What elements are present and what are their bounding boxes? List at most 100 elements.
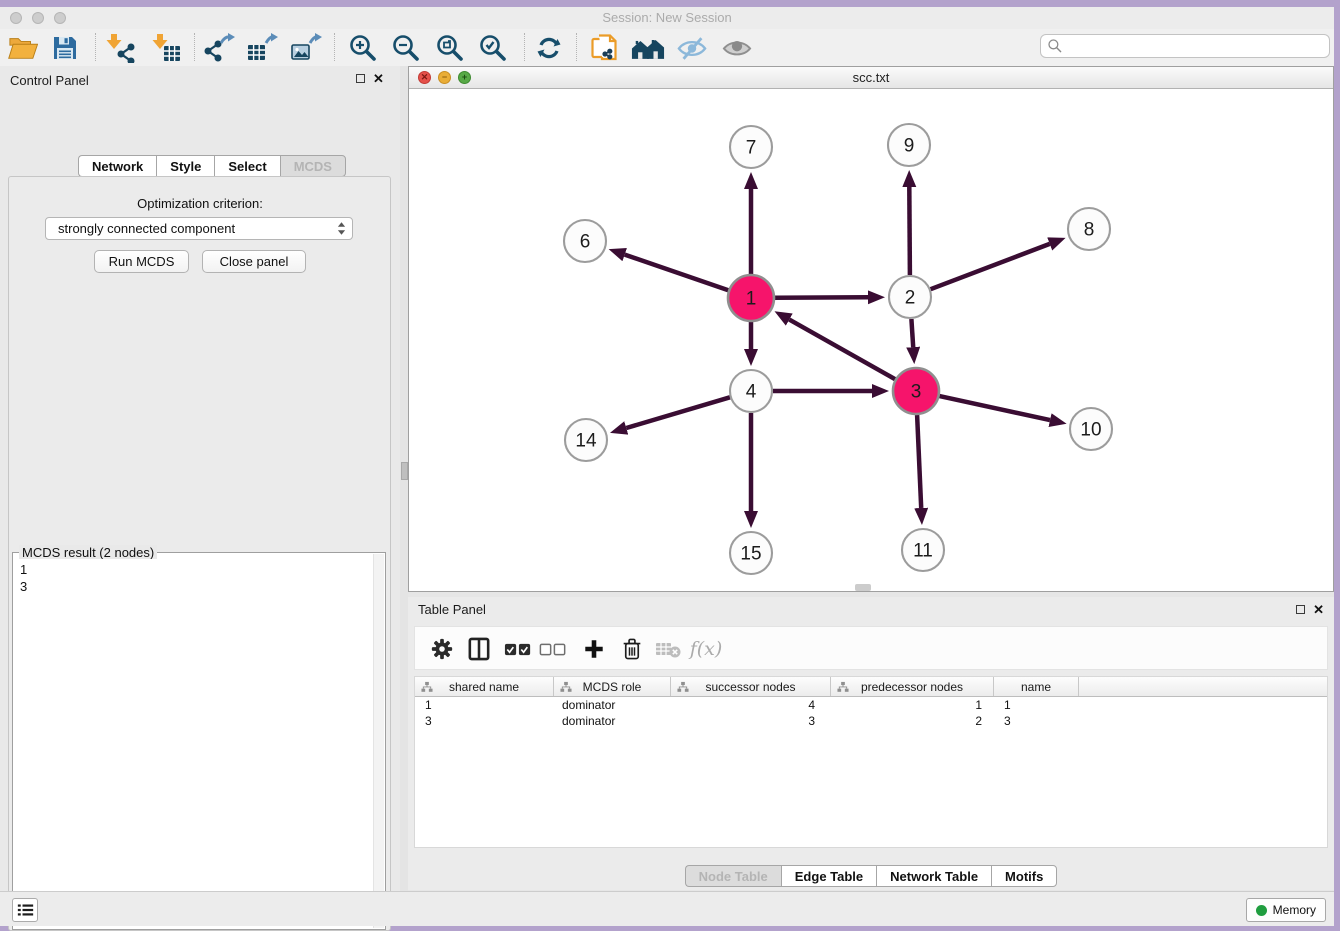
horizontal-splitter-grip[interactable] xyxy=(855,584,871,591)
column-label: name xyxy=(1021,680,1051,694)
float-table-panel-icon[interactable] xyxy=(1296,605,1305,614)
tab-network[interactable]: Network xyxy=(78,155,156,177)
import-network-button[interactable] xyxy=(103,32,137,64)
search-input[interactable] xyxy=(1067,38,1329,55)
zoom-out-button[interactable] xyxy=(389,32,423,64)
zoom-out-icon xyxy=(391,33,421,63)
tab-style[interactable]: Style xyxy=(156,155,214,177)
import-network-icon xyxy=(105,33,135,63)
table-cell[interactable]: 2 xyxy=(831,714,994,728)
mcds-result-group: MCDS result (2 nodes) 1 3 xyxy=(12,552,386,930)
table-row[interactable]: 3dominator323 xyxy=(415,713,1327,729)
table-cell[interactable]: 1 xyxy=(994,698,1079,712)
graph-edge-1-2[interactable] xyxy=(775,297,868,298)
table-panel-title: Table Panel xyxy=(418,602,486,617)
export-network-button[interactable] xyxy=(202,32,236,64)
new-network-from-selection-button[interactable] xyxy=(587,32,621,64)
table-cell[interactable]: 3 xyxy=(415,714,554,728)
table-panel-buttons: ✕ xyxy=(1296,604,1324,615)
delete-row-button[interactable] xyxy=(617,635,647,663)
save-session-button[interactable] xyxy=(48,32,82,64)
control-panel-buttons: ✕ xyxy=(356,73,384,84)
divider-grip[interactable] xyxy=(401,462,408,480)
run-mcds-button[interactable]: Run MCDS xyxy=(94,250,189,273)
delete-table-button[interactable] xyxy=(653,635,683,663)
refresh-icon xyxy=(534,33,564,63)
panel-divider[interactable] xyxy=(400,66,408,891)
network-titlebar[interactable]: ✕ − + scc.txt xyxy=(409,67,1333,89)
hide-selected-button[interactable] xyxy=(675,32,709,64)
select-stepper-icon xyxy=(337,221,346,236)
table-row[interactable]: 1dominator411 xyxy=(415,697,1327,713)
zoom-selected-button[interactable] xyxy=(476,32,510,64)
trash-icon xyxy=(622,637,642,661)
task-history-button[interactable] xyxy=(12,898,38,922)
select-all-columns-button[interactable] xyxy=(503,635,533,663)
column-header-shared-name[interactable]: shared name xyxy=(415,677,554,696)
memory-button[interactable]: Memory xyxy=(1246,898,1326,922)
graph-edge-3-1[interactable] xyxy=(789,320,895,380)
export-image-icon xyxy=(290,33,322,63)
graph-edge-2-8[interactable] xyxy=(931,244,1050,289)
export-table-button[interactable] xyxy=(245,32,279,64)
graph-node-label-8: 8 xyxy=(1084,220,1095,241)
close-panel-icon[interactable]: ✕ xyxy=(373,73,384,84)
table-cell[interactable]: 3 xyxy=(671,714,831,728)
graph-edge-4-14[interactable] xyxy=(626,397,730,428)
search-box[interactable] xyxy=(1040,34,1330,58)
column-header-mcds-role[interactable]: MCDS role xyxy=(554,677,671,696)
show-all-button[interactable] xyxy=(720,32,754,64)
network-canvas[interactable]: 7968124314101511 xyxy=(409,89,1333,591)
close-panel-button[interactable]: Close panel xyxy=(202,250,306,273)
table-cell[interactable]: dominator xyxy=(554,714,671,728)
zoom-fit-button[interactable] xyxy=(433,32,467,64)
table-cell[interactable]: 1 xyxy=(415,698,554,712)
import-table-button[interactable] xyxy=(149,32,183,64)
tab-select[interactable]: Select xyxy=(214,155,279,177)
float-panel-icon[interactable] xyxy=(356,74,365,83)
tab-node-table[interactable]: Node Table xyxy=(685,865,781,887)
zoom-in-button[interactable] xyxy=(346,32,380,64)
column-header-predecessor-nodes[interactable]: predecessor nodes xyxy=(831,677,994,696)
table-cell[interactable]: dominator xyxy=(554,698,671,712)
graph-edge-1-6[interactable] xyxy=(625,255,729,291)
checked-boxes-icon xyxy=(504,642,532,657)
toolbar-separator xyxy=(334,33,335,61)
table-cell[interactable]: 4 xyxy=(671,698,831,712)
open-session-button[interactable] xyxy=(6,32,40,64)
unselect-all-columns-button[interactable] xyxy=(538,635,568,663)
tab-edge-table[interactable]: Edge Table xyxy=(781,865,876,887)
function-builder-button[interactable]: f(x) xyxy=(691,635,721,663)
graph-edge-3-10[interactable] xyxy=(940,396,1051,420)
columns-icon xyxy=(468,637,490,661)
table-options-button[interactable] xyxy=(427,635,457,663)
graph-node-label-9: 9 xyxy=(904,136,915,157)
close-table-panel-icon[interactable]: ✕ xyxy=(1313,604,1324,615)
table-toolbar: f(x) xyxy=(414,626,1328,670)
mcds-result-text[interactable]: 1 3 xyxy=(14,559,374,928)
table-cell[interactable]: 3 xyxy=(994,714,1079,728)
graph-edge-2-9[interactable] xyxy=(909,187,910,275)
save-floppy-icon xyxy=(52,35,78,61)
criterion-select[interactable]: strongly connected component xyxy=(45,217,353,240)
column-header-name[interactable]: name xyxy=(994,677,1079,696)
add-row-button[interactable] xyxy=(579,635,609,663)
export-image-button[interactable] xyxy=(289,32,323,64)
first-neighbors-button[interactable] xyxy=(631,32,665,64)
tab-mcds[interactable]: MCDS xyxy=(280,155,346,177)
show-column-button[interactable] xyxy=(464,635,494,663)
column-header-successor-nodes[interactable]: successor nodes xyxy=(671,677,831,696)
table-cell[interactable]: 1 xyxy=(831,698,994,712)
graph-edge-2-3[interactable] xyxy=(911,319,913,347)
memory-status-icon xyxy=(1256,905,1267,916)
graph-edge-3-11[interactable] xyxy=(917,415,921,508)
open-folder-icon xyxy=(8,35,38,61)
refresh-view-button[interactable] xyxy=(532,32,566,64)
graph-node-label-3: 3 xyxy=(911,382,922,403)
tab-motifs[interactable]: Motifs xyxy=(991,865,1057,887)
tab-network-table[interactable]: Network Table xyxy=(876,865,991,887)
mcds-result-title: MCDS result (2 nodes) xyxy=(19,545,157,560)
export-table-icon xyxy=(246,33,278,63)
column-tree-icon xyxy=(421,681,433,693)
result-scrollbar[interactable] xyxy=(373,554,384,928)
